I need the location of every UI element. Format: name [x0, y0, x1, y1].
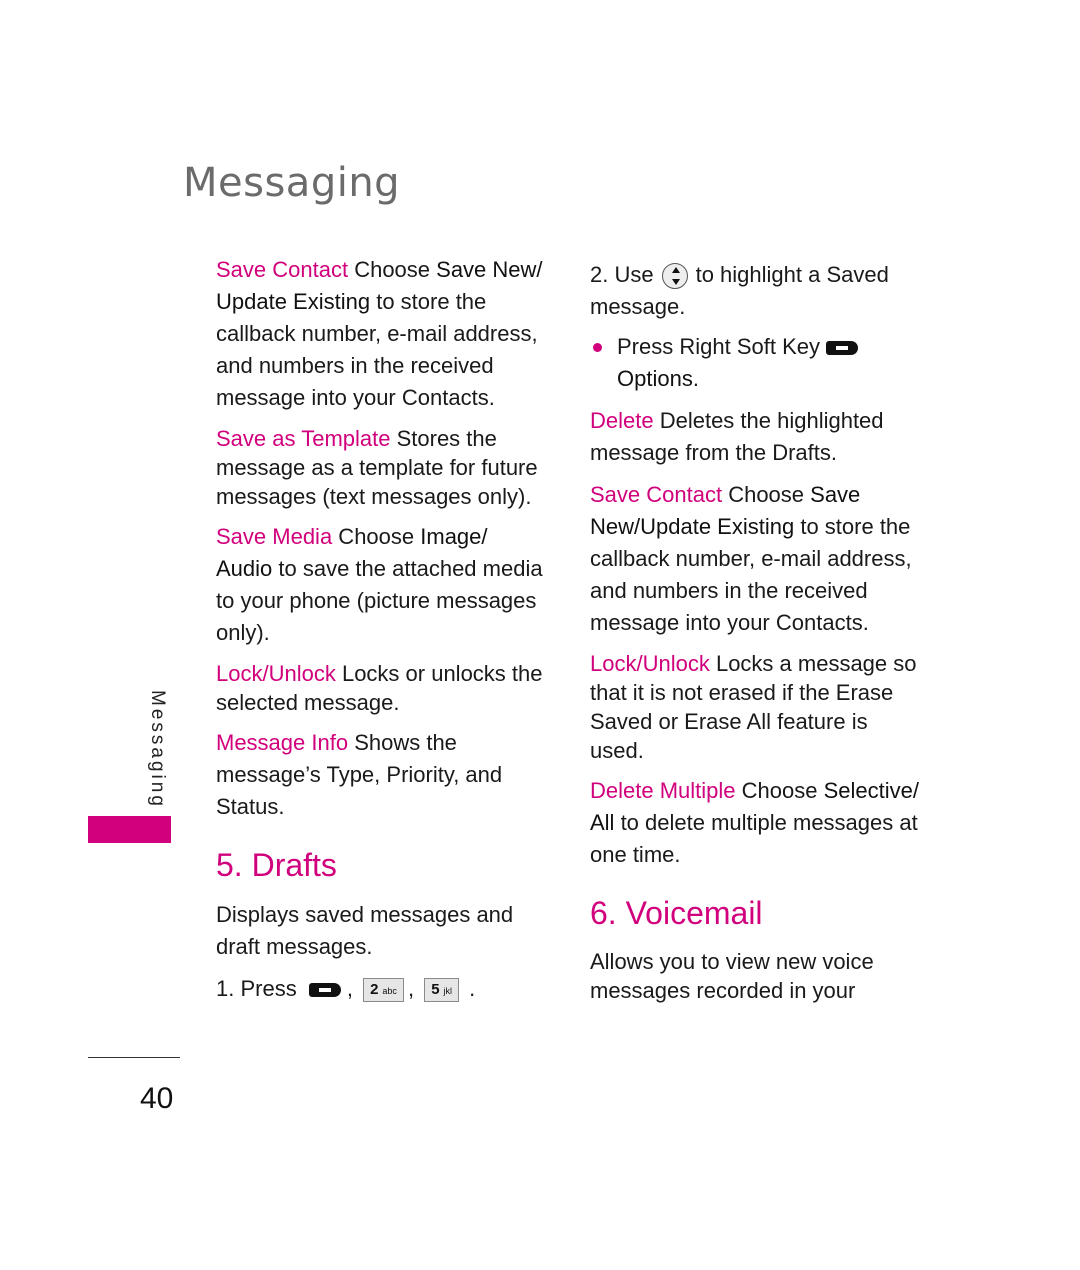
- bullet-choice: Options: [617, 366, 693, 391]
- right-soft-key-icon: [825, 341, 858, 356]
- option-text: to delete multiple messages at one time.: [590, 810, 918, 867]
- key-5-icon: 5 jkl: [424, 978, 460, 1003]
- footer-divider: [88, 1057, 180, 1058]
- option-term: Message Info: [216, 730, 349, 755]
- separator: ,: [346, 976, 353, 1001]
- page-number: 40: [140, 1082, 174, 1115]
- option-message-info: Message Info Shows the message’s Type, P…: [216, 727, 546, 823]
- option-term: Delete: [590, 408, 654, 433]
- terminator: .: [469, 976, 476, 1001]
- option-save-media: Save Media Choose Image/ Audio to save t…: [216, 521, 546, 649]
- bullet-end: .: [692, 366, 699, 391]
- option-save-contact: Save Contact Choose Save New/ Update Exi…: [216, 254, 546, 414]
- right-column: 2. Use to highlight a Saved message. Pres…: [590, 259, 925, 1015]
- option-save-as-template: Save as Template Stores the message as a…: [216, 424, 546, 511]
- option-term: Save Contact: [590, 482, 723, 507]
- page-header-title: Messaging: [183, 160, 401, 206]
- option-delete-multiple: Delete Multiple Choose Selective/ All to…: [590, 775, 925, 871]
- option-term: Delete Multiple: [590, 778, 736, 803]
- voicemail-description: Allows you to view new voice messages re…: [590, 949, 874, 1003]
- option-text: Choose: [348, 257, 437, 282]
- option-term: Save Contact: [216, 257, 349, 282]
- option-delete: Delete Deletes the highlighted message f…: [590, 405, 925, 469]
- option-text: Choose: [735, 778, 824, 803]
- key-letters: jkl: [443, 986, 453, 997]
- step-text: 2. Use: [590, 262, 654, 287]
- option-term: Save Media: [216, 524, 333, 549]
- section-title-voicemail: 6. Voicemail: [590, 895, 763, 931]
- key-2-icon: 2 abc: [363, 978, 404, 1003]
- option-term: Save as Template: [216, 426, 391, 451]
- option-term: Lock/Unlock: [216, 661, 336, 686]
- option-save-contact: Save Contact Choose Save New/Update Exis…: [590, 479, 925, 639]
- bullet-text: Press Right Soft Key: [617, 334, 820, 359]
- separator: ,: [407, 976, 415, 1001]
- bullet-right-soft-key: Press Right Soft Key Options.: [590, 331, 925, 395]
- key-letters: abc: [382, 986, 397, 997]
- step-text: 1. Press: [216, 976, 297, 1001]
- drafts-description: Displays saved messages and draft messag…: [216, 902, 514, 959]
- section-title-drafts: 5. Drafts: [216, 847, 337, 883]
- key-digit: 2: [370, 981, 379, 999]
- left-soft-key-icon: [308, 983, 341, 998]
- key-digit: 5: [431, 981, 440, 999]
- side-tab-marker: [88, 816, 171, 843]
- left-column: Save Contact Choose Save New/ Update Exi…: [216, 254, 546, 1013]
- option-lock-unlock: Lock/Unlock Locks or unlocks the selecte…: [216, 659, 546, 717]
- side-tab-label: Messaging: [147, 690, 168, 809]
- drafts-step-1: 1. Press , 2 abc, 5 jkl .: [216, 973, 546, 1005]
- option-text: Choose: [332, 524, 421, 549]
- option-term: Lock/Unlock: [590, 651, 710, 676]
- option-text: Choose: [722, 482, 811, 507]
- option-lock-unlock: Lock/Unlock Locks a message so that it i…: [590, 649, 925, 765]
- drafts-step-2: 2. Use to highlight a Saved message.: [590, 259, 925, 323]
- navigation-key-icon: [661, 263, 688, 290]
- bullet-icon: [593, 343, 602, 352]
